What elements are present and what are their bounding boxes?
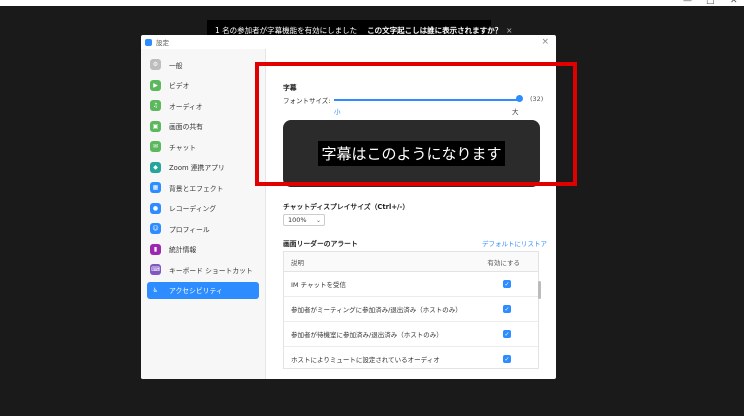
dialog-title: 設定 [156,39,169,47]
sidebar-item-label: アクセシビリティ [169,287,223,295]
chevron-down-icon: ⌄ [315,216,321,224]
screen-reader-alerts-table: 説明 有効にする IM チャットを受信 ✓ 参加者がミーティングに参加済み/退出済み… [283,251,539,369]
alert-enable-checkbox[interactable]: ✓ [503,330,511,338]
sidebar-item-label: 背景とエフェクト [169,184,224,193]
header-description: 説明 [291,258,304,267]
chat-display-size-label: チャットディスプレイサイズ（Ctrl+/-） [283,203,410,211]
alert-description: 参加者がミーティングに参加済み/退出済み（ホストのみ） [291,306,462,314]
notification-message: 1 名の参加者が字幕機能を有効にしました [215,25,358,35]
sidebar-item-label: チャット [169,143,197,152]
video-icon: ▶ [150,79,161,91]
background-icon: ▦ [150,182,161,193]
dialog-close-icon[interactable]: × [541,37,549,47]
stats-icon: ▮ [150,243,161,255]
sidebar-item[interactable]: ▦ 背景とエフェクト [147,179,259,196]
table-row: 参加者がミーティングに参加済み/退出済み（ホストのみ） ✓ [284,297,538,322]
restore-defaults-link[interactable]: デフォルトにリストア [482,238,547,248]
table-row: ホストによりミュートに設定されているオーディオ ✓ [284,347,538,368]
profile-icon: ☺ [150,223,161,234]
gear-icon: ⚙ [150,59,161,70]
sidebar-item[interactable]: ◆ Zoom 連携アプリ [147,159,259,176]
table-row: IM チャットを受信 ✓ [284,272,538,297]
sidebar-item[interactable]: ♿ アクセシビリティ [147,281,259,299]
sidebar-item-label: プロフィール [169,225,210,234]
headphones-icon: ♫ [150,100,161,111]
sidebar-item-label: ビデオ [169,82,190,90]
sidebar-item[interactable]: ♫ オーディオ [147,97,259,114]
sidebar-item-label: Zoom 連携アプリ [169,164,225,172]
highlight-box [255,62,577,186]
chat-icon: ✉ [150,141,161,152]
table-row: 参加者が待機室に参加済み/退出済み（ホストのみ） ✓ [284,322,538,347]
alert-enable-checkbox[interactable]: ✓ [503,305,511,313]
header-enable: 有効にする [487,258,520,267]
settings-sidebar: ⚙ 一般 ▶ ビデオ ♫ オーディオ ▣ 画面の共有 ✉ チャット ◆ Zoom 連携アプリ ▦ 背景とエ… [141,49,266,379]
sidebar-item[interactable]: ☺ プロフィール [147,220,259,237]
chat-display-size-select[interactable]: 100% ⌄ [283,214,325,226]
alert-description: 参加者が待機室に参加済み/退出済み（ホストのみ） [291,331,443,339]
sidebar-item-label: オーディオ [169,102,203,111]
screen-reader-alerts-label: 画面リーダーのアラート [283,240,358,248]
sidebar-item-label: 統計情報 [169,246,197,254]
sidebar-item[interactable]: ⌨ キーボード ショートカット [147,261,259,278]
alert-enable-checkbox[interactable]: ✓ [503,280,511,288]
screen-share-icon: ▣ [150,120,161,132]
sidebar-item[interactable]: ▶ ビデオ [147,77,259,94]
window-top-bar: — □ ✕ [0,0,744,6]
table-header: 説明 有効にする [284,252,538,272]
close-window-icon[interactable]: ✕ [730,0,738,6]
notification-close-icon[interactable]: × [506,26,512,35]
sidebar-item-label: レコーディング [169,205,217,213]
sidebar-item[interactable]: ● レコーディング [147,200,259,217]
maximize-icon[interactable]: □ [706,0,715,6]
alert-enable-checkbox[interactable]: ✓ [503,355,511,363]
sidebar-item[interactable]: ▮ 統計情報 [147,241,259,258]
notification-question-link[interactable]: この文字起こしは誰に表示されますか？ [367,25,502,36]
table-scrollbar[interactable] [538,281,541,299]
sidebar-item[interactable]: ⚙ 一般 [147,56,259,73]
sidebar-item[interactable]: ▣ 画面の共有 [147,118,259,135]
apps-icon: ◆ [150,161,161,173]
minimize-icon[interactable]: — [683,0,692,6]
alert-description: IM チャットを受信 [291,281,347,289]
dialog-titlebar: 設定 [141,35,556,49]
sidebar-item-label: 画面の共有 [169,123,203,131]
sidebar-item[interactable]: ✉ チャット [147,138,259,155]
zoom-logo-icon [145,38,152,46]
accessibility-icon: ♿ [152,286,159,294]
alert-description: ホストによりミュートに設定されているオーディオ [291,356,440,364]
record-icon: ● [150,202,161,214]
sidebar-item-label: キーボード ショートカット [169,266,253,275]
sidebar-item-label: 一般 [169,61,183,70]
chat-display-size-value: 100% [288,216,307,224]
keyboard-icon: ⌨ [150,264,161,275]
